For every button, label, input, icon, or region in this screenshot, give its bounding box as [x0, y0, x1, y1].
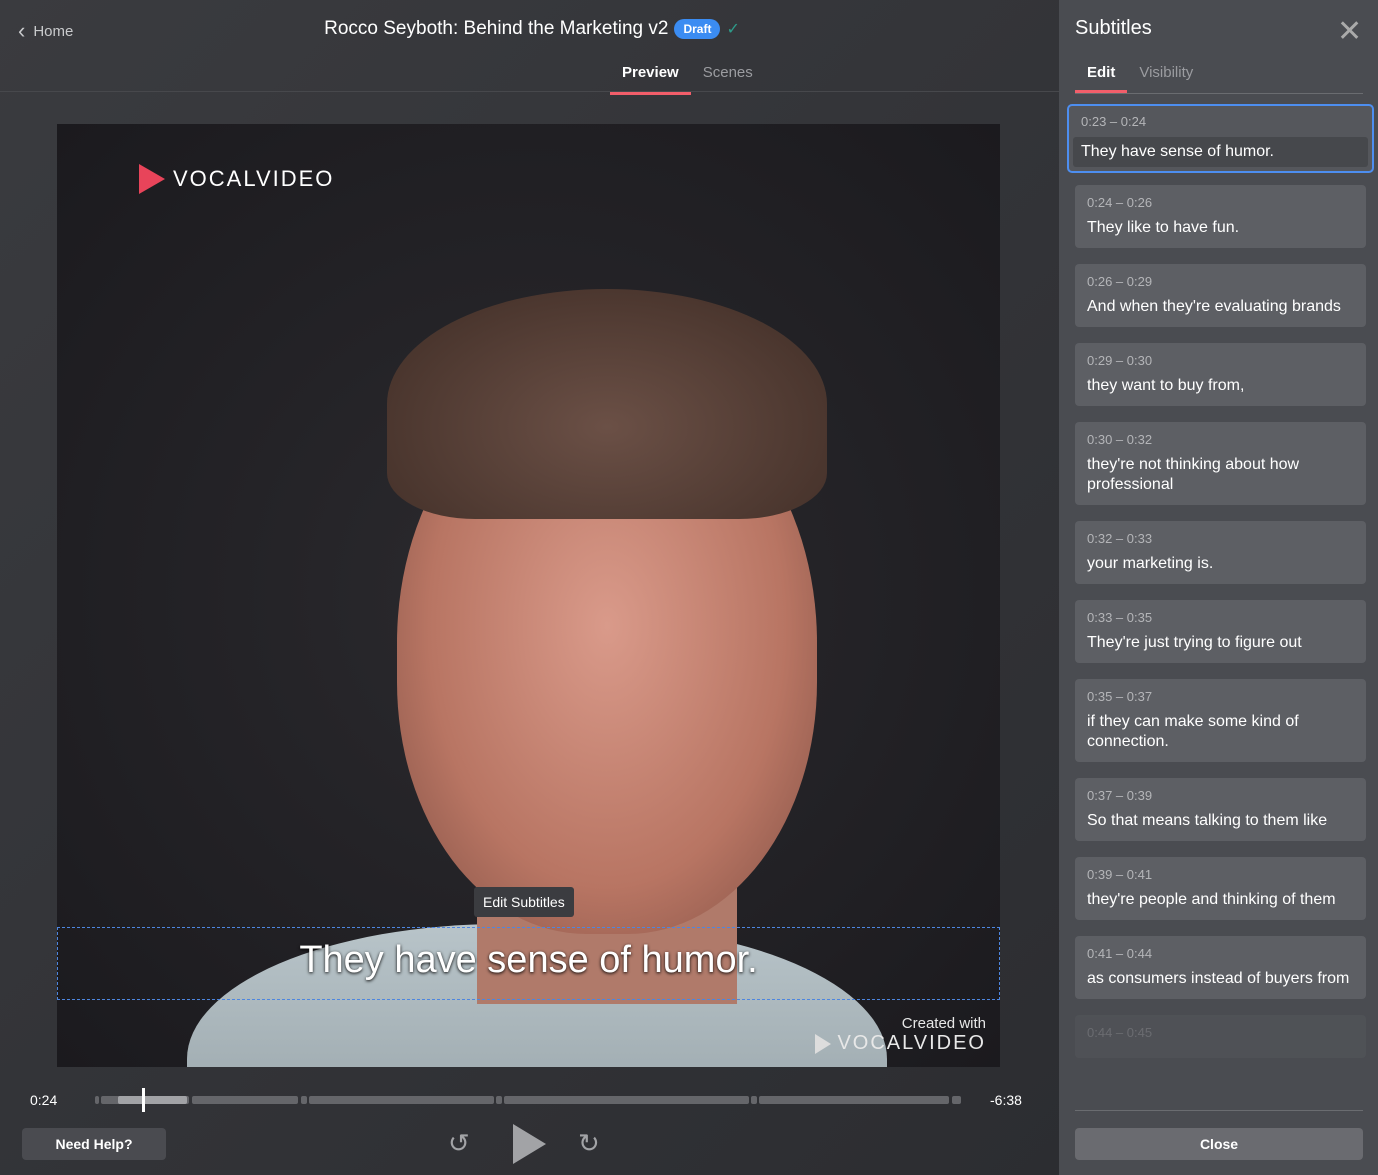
subtitle-text[interactable]: They're just trying to figure out	[1087, 633, 1354, 653]
check-icon: ✓	[726, 21, 740, 38]
subtitle-time: 0:29 – 0:30	[1087, 353, 1153, 368]
timeline-played	[118, 1096, 187, 1104]
subtitle-item[interactable]: 0:32 – 0:33 your marketing is.	[1075, 521, 1366, 584]
subtitle-item[interactable]: 0:39 – 0:41 they're people and thinking o…	[1075, 857, 1366, 920]
subtitle-tabs: Edit Visibility	[1075, 62, 1363, 94]
subtitle-item[interactable]: 0:24 – 0:26 They like to have fun.	[1075, 185, 1366, 248]
subtitle-time: 0:23 – 0:24	[1081, 114, 1147, 129]
subtitle-time: 0:32 – 0:33	[1087, 531, 1153, 546]
need-help-button[interactable]: Need Help?	[22, 1128, 166, 1160]
subtitle-item[interactable]: 0:33 – 0:35 They're just trying to figure…	[1075, 600, 1366, 663]
subtitle-time: 0:44 – 0:45	[1087, 1025, 1153, 1040]
watermark-play-icon	[815, 1033, 832, 1054]
subtitle-item[interactable]: 0:41 – 0:44 as consumers instead of buyer…	[1075, 936, 1366, 999]
close-button[interactable]: Close	[1075, 1128, 1363, 1160]
subtitle-time: 0:39 – 0:41	[1087, 867, 1153, 882]
divider	[0, 91, 1059, 92]
subtitle-text[interactable]: if they can make some kind of connection…	[1087, 712, 1354, 752]
logo-play-icon	[139, 164, 165, 194]
panel-title: Subtitles	[1075, 17, 1152, 39]
rewind-5-icon[interactable]: ↺	[448, 1128, 470, 1159]
editor-main: ‹ Home Rocco Seyboth: Behind the Marketin…	[0, 0, 1059, 1175]
logo-text: VOCALVIDEO	[173, 166, 335, 191]
subtitle-time: 0:30 – 0:32	[1087, 432, 1153, 447]
subtitle-item[interactable]: 0:44 – 0:45	[1075, 1015, 1366, 1058]
tab-edit[interactable]: Edit	[1075, 62, 1128, 93]
subtitle-time: 0:37 – 0:39	[1087, 788, 1153, 803]
timeline-scrubber[interactable]	[95, 1088, 961, 1112]
subtitle-text[interactable]: And when they're evaluating brands	[1087, 297, 1354, 317]
current-time: 0:24	[30, 1092, 58, 1108]
watermark-logo: VOCALVIDEO	[837, 1032, 986, 1054]
play-button[interactable]	[513, 1124, 546, 1164]
tab-visibility[interactable]: Visibility	[1127, 62, 1205, 93]
subtitle-item[interactable]: 0:35 – 0:37 if they can make some kind of…	[1075, 679, 1366, 762]
subtitle-list[interactable]: 0:23 – 0:24 They have sense of humor. 0:24…	[1067, 104, 1374, 1108]
subtitle-text[interactable]: They like to have fun.	[1087, 218, 1354, 238]
subtitle-text[interactable]: They have sense of humor.	[1073, 137, 1368, 167]
subtitle-text[interactable]: your marketing is.	[1087, 554, 1354, 574]
video-title: Rocco Seyboth: Behind the Marketing v2	[324, 18, 669, 39]
watermark-label: Created with	[901, 1015, 986, 1032]
subtitle-item[interactable]: 0:23 – 0:24 They have sense of humor.	[1067, 104, 1374, 173]
subtitle-text[interactable]: as consumers instead of buyers from	[1087, 969, 1354, 989]
forward-5-icon[interactable]: ↻	[578, 1128, 600, 1159]
status-badge: Draft	[674, 19, 721, 39]
subtitle-item[interactable]: 0:30 – 0:32 they're not thinking about ho…	[1075, 422, 1366, 505]
subtitle-text[interactable]: they want to buy from,	[1087, 376, 1354, 396]
playhead[interactable]	[142, 1088, 145, 1112]
subtitle-text[interactable]: So that means talking to them like	[1087, 811, 1354, 831]
subtitle-time: 0:33 – 0:35	[1087, 610, 1153, 625]
subtitle-time: 0:26 – 0:29	[1087, 274, 1153, 289]
remaining-time: -6:38	[990, 1092, 1022, 1108]
video-preview[interactable]: VOCALVIDEO Edit Subtitles They have sens…	[57, 124, 1000, 1067]
subtitle-text[interactable]: they're people and thinking of them	[1087, 890, 1354, 910]
subtitles-panel: Subtitles ✕ Edit Visibility 0:23 – 0:24 T…	[1059, 0, 1378, 1175]
subtitle-item[interactable]: 0:37 – 0:39 So that means talking to them…	[1075, 778, 1366, 841]
video-frame-hair	[387, 289, 827, 519]
subtitle-time: 0:41 – 0:44	[1087, 946, 1153, 961]
subtitle-item[interactable]: 0:29 – 0:30 they want to buy from,	[1075, 343, 1366, 406]
edit-subtitles-tooltip[interactable]: Edit Subtitles	[474, 887, 574, 917]
divider	[1075, 1110, 1363, 1111]
subtitle-item[interactable]: 0:26 – 0:29 And when they're evaluating b…	[1075, 264, 1366, 327]
vocalvideo-logo: VOCALVIDEO	[139, 164, 334, 194]
close-icon[interactable]: ✕	[1337, 14, 1362, 49]
subtitle-time: 0:24 – 0:26	[1087, 195, 1153, 210]
subtitle-text[interactable]: they're not thinking about how professio…	[1087, 455, 1354, 495]
subtitle-time: 0:35 – 0:37	[1087, 689, 1153, 704]
watermark: Created with VOCALVIDEO	[815, 1015, 986, 1055]
caption-text: They have sense of humor.	[299, 939, 758, 981]
